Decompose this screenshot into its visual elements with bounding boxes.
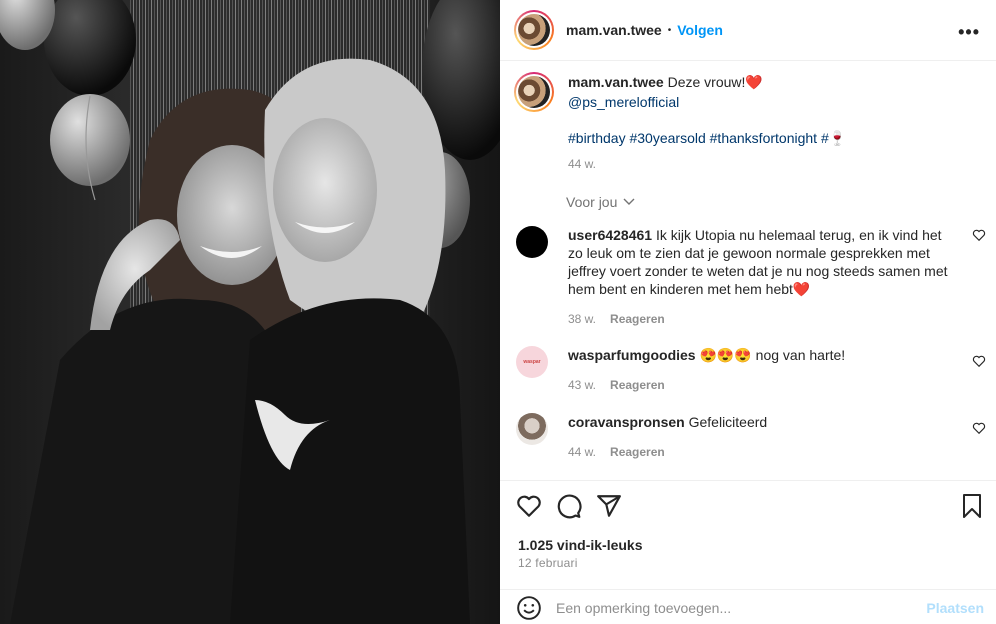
caption-username[interactable]: mam.van.twee: [568, 74, 664, 90]
post-header: mam.van.twee • Volgen •••: [500, 0, 996, 61]
comment-item: coravanspronsen Gefeliciteerd 44 w. Reag…: [516, 413, 986, 461]
post-detail-panel: mam.van.twee • Volgen ••• mam.van.twee D…: [500, 0, 996, 624]
comment-text: Gefeliciteerd: [688, 414, 768, 430]
author-avatar[interactable]: [514, 10, 554, 50]
post-date: 12 februari: [518, 556, 578, 570]
reply-button[interactable]: Reageren: [610, 310, 665, 328]
caption-avatar[interactable]: [514, 72, 554, 112]
comment-bubble-icon[interactable]: [556, 493, 582, 519]
emoji-icon[interactable]: [516, 595, 542, 621]
comment-avatar[interactable]: [516, 226, 548, 258]
chevron-down-icon: [623, 198, 635, 205]
post-photo[interactable]: [0, 0, 500, 624]
caption: mam.van.twee Deze vrouw!❤️ @ps_mereloffi…: [514, 72, 974, 174]
more-horizontal-icon[interactable]: •••: [958, 22, 980, 43]
comment-time: 38 w.: [568, 312, 597, 326]
comment-sort-label: Voor jou: [566, 194, 618, 210]
like-count[interactable]: 1.025 vind-ik-leuks: [518, 537, 643, 553]
bookmark-icon[interactable]: [960, 493, 984, 519]
author-username[interactable]: mam.van.twee: [566, 22, 662, 38]
comment-username[interactable]: user6428461: [568, 227, 652, 243]
comment-avatar[interactable]: waspar: [516, 346, 548, 378]
comment-text: 😍😍😍 nog van harte!: [699, 347, 846, 363]
separator-dot: •: [667, 24, 672, 36]
share-send-icon[interactable]: [596, 493, 622, 519]
like-heart-icon[interactable]: [516, 493, 542, 519]
follow-button[interactable]: Volgen: [677, 22, 723, 38]
comment-username[interactable]: wasparfumgoodies: [568, 347, 696, 363]
post-comment-button[interactable]: Plaatsen: [926, 600, 984, 616]
caption-mention[interactable]: @ps_merelofficial: [568, 92, 846, 112]
caption-time: 44 w.: [568, 157, 597, 171]
comment-input[interactable]: [556, 599, 896, 616]
comment-item: waspar wasparfumgoodies 😍😍😍 nog van hart…: [516, 346, 986, 394]
photo-illustration: [0, 0, 500, 624]
heart-icon[interactable]: [972, 421, 986, 435]
reply-button[interactable]: Reageren: [610, 376, 665, 394]
comment-avatar[interactable]: [516, 413, 548, 445]
post-actions: 1.025 vind-ik-leuks 12 februari Plaatsen: [500, 480, 996, 624]
comment-sort-dropdown[interactable]: Voor jou: [566, 194, 635, 210]
heart-icon[interactable]: [972, 354, 986, 368]
caption-hashtags[interactable]: #birthday #30yearsold #thanksfortonight …: [568, 128, 846, 148]
reply-button[interactable]: Reageren: [610, 443, 665, 461]
comment-time: 44 w.: [568, 445, 597, 459]
comment-item: user6428461 Ik kijk Utopia nu helemaal t…: [516, 226, 986, 328]
add-comment-bar: Plaatsen: [500, 589, 996, 624]
caption-text: Deze vrouw!❤️: [667, 74, 763, 90]
comment-time: 43 w.: [568, 378, 597, 392]
comment-username[interactable]: coravanspronsen: [568, 414, 685, 430]
heart-icon[interactable]: [972, 228, 986, 242]
